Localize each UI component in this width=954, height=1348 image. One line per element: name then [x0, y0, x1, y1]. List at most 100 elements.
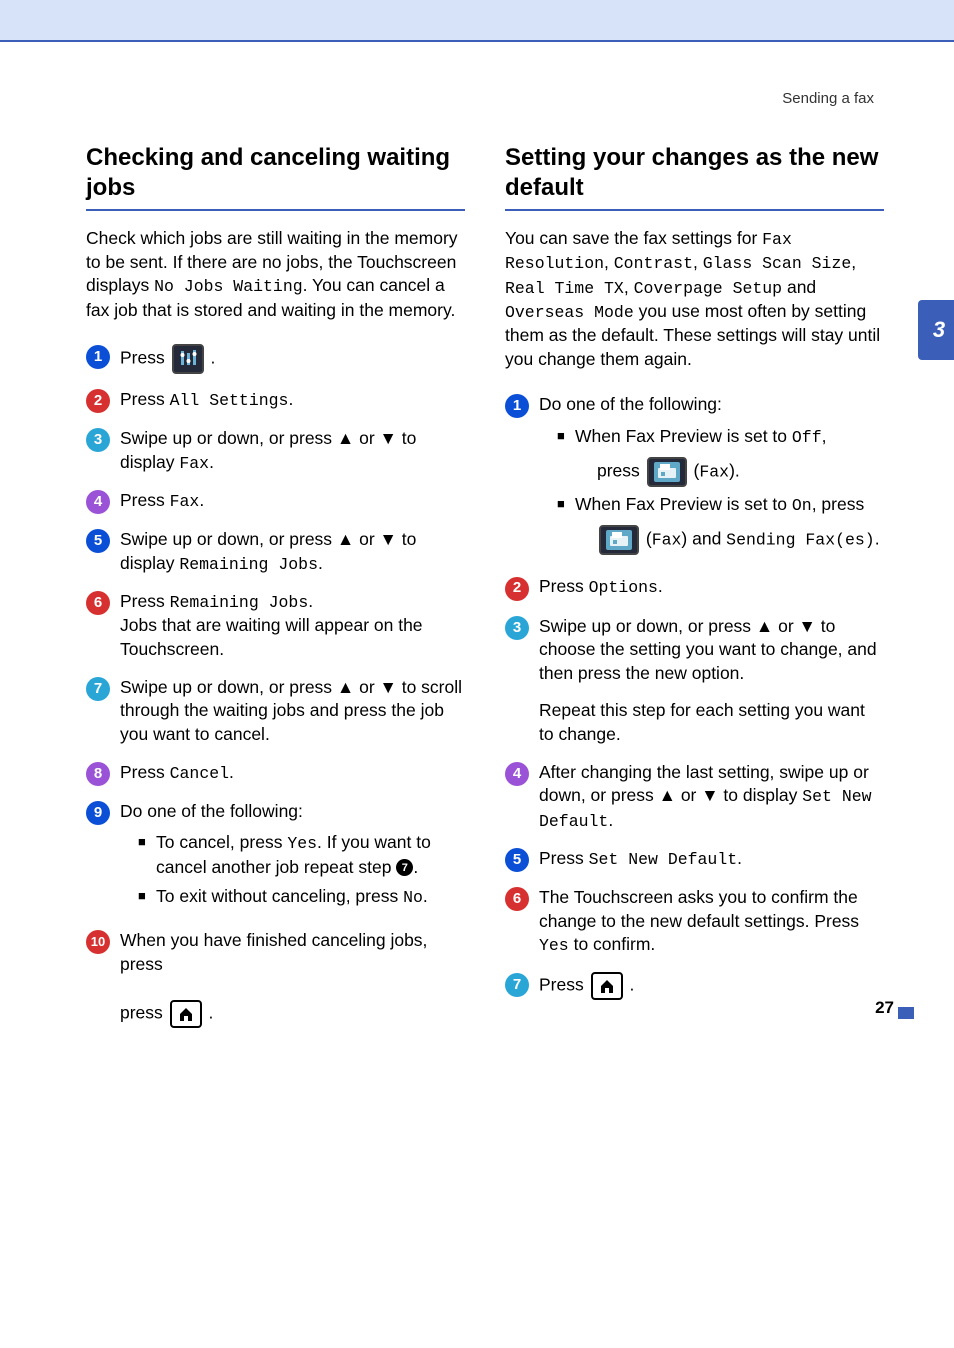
step-number-icon: 1	[86, 345, 110, 369]
code-text: No Jobs Waiting	[154, 277, 303, 296]
code-text: Fax	[179, 454, 209, 473]
text: ).	[729, 461, 740, 481]
text: .	[318, 553, 323, 573]
text: Jobs that are waiting will appear on the…	[120, 615, 423, 659]
fax-icon	[599, 525, 639, 555]
step-10: 10 When you have finished canceling jobs…	[86, 929, 465, 1028]
section-title-left: Checking and canceling waiting jobs	[86, 143, 465, 211]
step-number-icon: 10	[86, 930, 110, 954]
square-bullet-icon: ■	[138, 831, 156, 879]
text: .	[875, 529, 880, 549]
home-icon	[591, 972, 623, 1000]
code-text: Coverpage Setup	[634, 279, 783, 298]
text: To cancel, press	[156, 832, 287, 852]
step-r4: 4 After changing the last setting, swipe…	[505, 761, 884, 833]
text: .	[210, 348, 215, 368]
chapter-tab: 3	[918, 300, 954, 360]
step-number-icon: 6	[505, 887, 529, 911]
code-text: Fax	[170, 492, 200, 511]
sub-bullet: ■ To cancel, press Yes. If you want to c…	[138, 831, 465, 879]
step-number-icon: 1	[505, 394, 529, 418]
text: When Fax Preview is set to	[575, 494, 792, 514]
step-number-icon: 7	[86, 677, 110, 701]
text: and	[782, 277, 816, 297]
code-text: Contrast	[614, 254, 693, 273]
right-intro: You can save the fax settings for Fax Re…	[505, 227, 884, 371]
home-icon	[170, 1000, 202, 1028]
step-5: 5 Swipe up or down, or press ▲ or ▼ to d…	[86, 528, 465, 576]
text: ) and	[681, 529, 726, 549]
code-text: No	[403, 888, 423, 907]
square-bullet-icon: ■	[557, 493, 575, 555]
text: .	[629, 974, 634, 994]
text: press	[597, 461, 645, 481]
step-ref-icon: 7	[396, 859, 413, 876]
step-number-icon: 4	[505, 762, 529, 786]
step-number-icon: 8	[86, 762, 110, 786]
step-number-icon: 5	[505, 848, 529, 872]
text: ,	[604, 252, 614, 272]
step-number-icon: 9	[86, 801, 110, 825]
step-4: 4 Press Fax.	[86, 489, 465, 514]
step-number-icon: 2	[505, 577, 529, 601]
section-title-right: Setting your changes as the new default	[505, 143, 884, 211]
text: Press	[120, 490, 170, 510]
step-number-icon: 2	[86, 389, 110, 413]
step-number-icon: 3	[505, 616, 529, 640]
text: You can save the fax settings for	[505, 228, 762, 248]
text: .	[608, 810, 613, 830]
step-r7: 7 Press .	[505, 972, 884, 1000]
text: Press	[539, 576, 589, 596]
step-9: 9 Do one of the following: ■ To cancel, …	[86, 800, 465, 916]
step-6: 6 Press Remaining Jobs. Jobs that are wa…	[86, 590, 465, 662]
text: Do one of the following:	[539, 394, 722, 414]
code-text: Real Time TX	[505, 279, 624, 298]
step-1: 1 Press .	[86, 344, 465, 374]
step-8: 8 Press Cancel.	[86, 761, 465, 786]
text: Press	[539, 974, 589, 994]
code-text: Remaining Jobs	[170, 593, 309, 612]
step-number-icon: 3	[86, 428, 110, 452]
step-r5: 5 Press Set New Default.	[505, 847, 884, 872]
step-number-icon: 7	[505, 973, 529, 997]
step-number-icon: 5	[86, 529, 110, 553]
code-text: Overseas Mode	[505, 303, 634, 322]
text: press	[120, 1003, 168, 1023]
text: Press	[120, 348, 170, 368]
sub-bullet: ■ When Fax Preview is set to Off, press …	[557, 425, 884, 487]
step-number-icon: 4	[86, 490, 110, 514]
step-r6: 6 The Touchscreen asks you to confirm th…	[505, 886, 884, 958]
step-7: 7 Swipe up or down, or press ▲ or ▼ to s…	[86, 676, 465, 747]
text: Do one of the following:	[120, 801, 303, 821]
text: .	[413, 857, 418, 877]
code-text: Yes	[287, 834, 317, 853]
text: .	[658, 576, 663, 596]
text: ,	[851, 252, 856, 272]
page-number: 27	[875, 998, 894, 1018]
code-text: Remaining Jobs	[179, 555, 318, 574]
text: Press	[539, 848, 589, 868]
text: to confirm.	[569, 934, 656, 954]
text: .	[737, 848, 742, 868]
text: Repeat this step for each setting you wa…	[539, 700, 865, 744]
page-number-accent	[898, 1007, 914, 1019]
settings-icon	[172, 344, 204, 374]
code-text: Set New Default	[589, 850, 738, 869]
text: .	[288, 389, 293, 409]
fax-icon	[647, 457, 687, 487]
text: Press	[120, 389, 170, 409]
step-r1: 1 Do one of the following: ■ When Fax Pr…	[505, 393, 884, 561]
code-text: Options	[589, 578, 658, 597]
step-r3: 3 Swipe up or down, or press ▲ or ▼ to c…	[505, 615, 884, 747]
left-intro: Check which jobs are still waiting in th…	[86, 227, 465, 322]
step-r2: 2 Press Options.	[505, 575, 884, 600]
text: ,	[822, 426, 827, 446]
text: ,	[624, 277, 634, 297]
text: To exit without canceling, press	[156, 886, 403, 906]
code-text: All Settings	[170, 391, 289, 410]
code-text: Cancel	[170, 764, 229, 783]
square-bullet-icon: ■	[138, 885, 156, 909]
text: Swipe up or down, or press ▲ or ▼ to dis…	[120, 428, 416, 472]
code-text: Fax	[652, 531, 682, 550]
top-accent-bar	[0, 0, 954, 42]
